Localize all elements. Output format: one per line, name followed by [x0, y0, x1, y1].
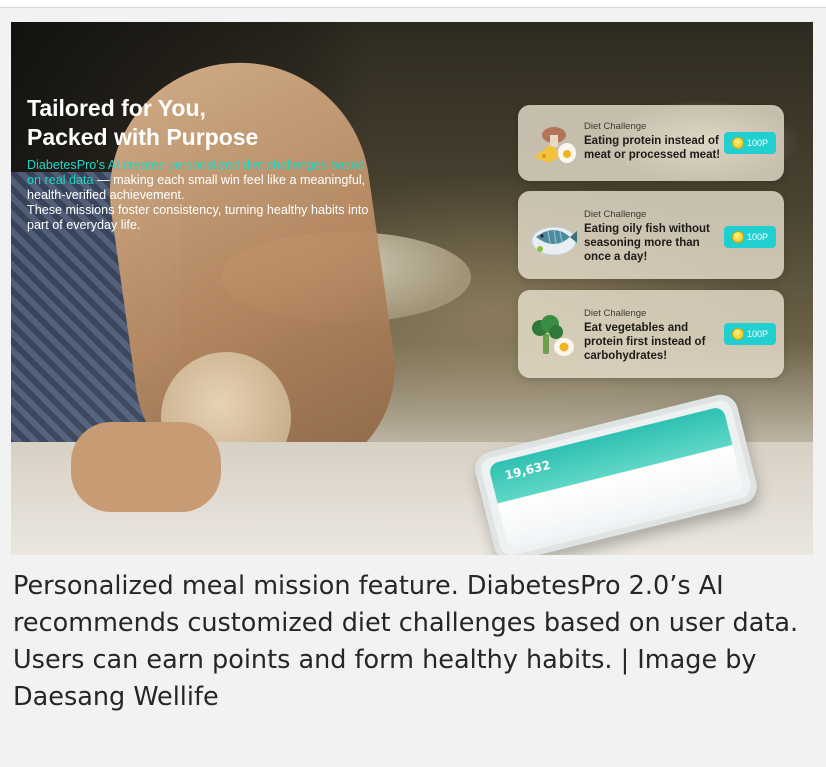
headline-line-2: Packed with Purpose — [27, 124, 259, 150]
protein-foods-icon — [534, 127, 576, 163]
challenge-3-title: Eat vegetables and protein first instead… — [584, 322, 706, 362]
banner-description: DiabetesPro's AI creates personalized di… — [27, 158, 372, 233]
challenge-3-kicker: Diet Challenge — [584, 308, 647, 319]
challenge-2-points-badge: 100P — [724, 226, 776, 248]
challenge-2-title: Eating oily fish without seasoning more … — [584, 223, 710, 263]
challenge-3-points: 100P — [746, 329, 769, 339]
child-hand — [71, 422, 221, 512]
challenge-2-kicker: Diet Challenge — [584, 209, 647, 220]
fish-plate-icon — [531, 226, 577, 256]
broccoli-egg-icon — [532, 315, 574, 356]
challenge-card-1: Diet Challenge Eating protein instead of… — [518, 105, 784, 181]
image-caption: Personalized meal mission feature. Diabe… — [13, 571, 799, 712]
desc-line-2: These missions foster consistency, turni… — [27, 203, 369, 232]
challenge-1-points-badge: 100P — [724, 132, 776, 154]
challenge-3-points-badge: 100P — [724, 323, 776, 345]
challenge-card-2: Diet Challenge Eating oily fish without … — [518, 191, 784, 279]
headline-line-1: Tailored for You, — [27, 95, 206, 121]
coin-icon — [731, 231, 744, 243]
challenge-1-kicker: Diet Challenge — [584, 121, 647, 132]
challenge-1-title: Eating protein instead of meat or proces… — [584, 135, 721, 161]
banner-headline: Tailored for You, Packed with Purpose — [27, 94, 258, 152]
challenge-card-3: Diet Challenge Eat vegetables and protei… — [518, 290, 784, 378]
article-figure: 19,632 Tailored for You, Packed with Pur… — [0, 7, 826, 767]
challenge-2-points: 100P — [746, 232, 769, 242]
coin-icon — [731, 137, 744, 149]
coin-icon — [731, 328, 744, 340]
challenge-1-points: 100P — [746, 138, 769, 148]
